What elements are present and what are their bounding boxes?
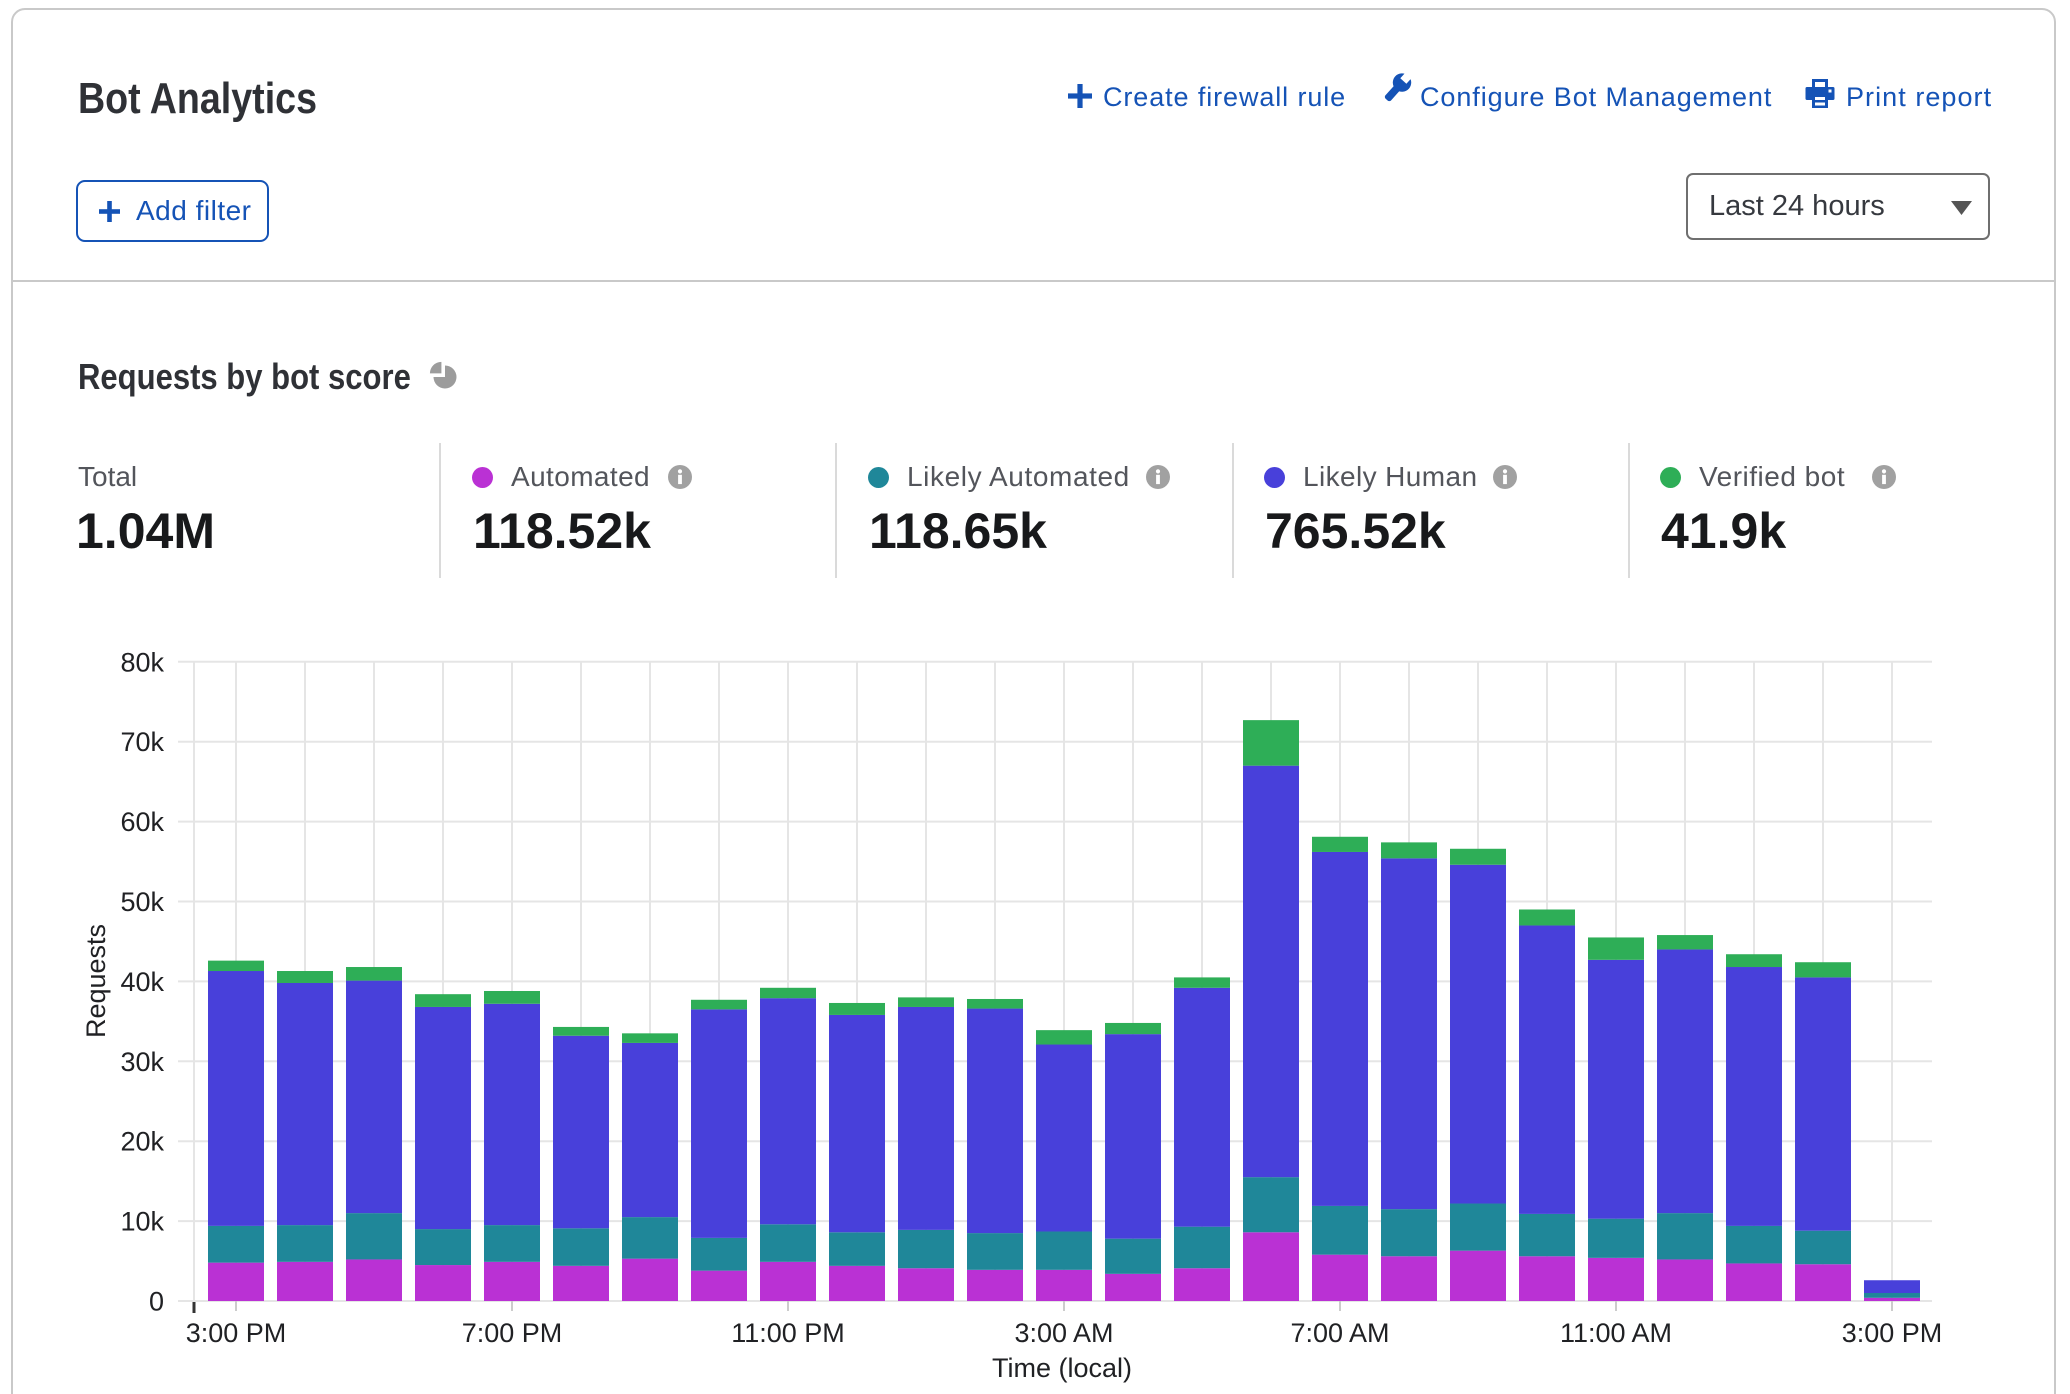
svg-text:3:00 AM: 3:00 AM <box>1014 1318 1113 1348</box>
svg-text:11:00 AM: 11:00 AM <box>1560 1318 1672 1348</box>
svg-text:60k: 60k <box>120 807 164 837</box>
svg-text:Requests: Requests <box>81 924 111 1038</box>
svg-text:11:00 PM: 11:00 PM <box>731 1318 845 1348</box>
svg-text:50k: 50k <box>120 887 164 917</box>
svg-text:3:00 PM: 3:00 PM <box>186 1318 287 1348</box>
svg-text:20k: 20k <box>120 1127 164 1157</box>
svg-text:3:00 PM: 3:00 PM <box>1842 1318 1943 1348</box>
svg-text:7:00 AM: 7:00 AM <box>1290 1318 1389 1348</box>
svg-text:40k: 40k <box>120 967 164 997</box>
svg-text:70k: 70k <box>120 727 164 757</box>
svg-text:Time (local): Time (local) <box>992 1353 1132 1383</box>
svg-text:10k: 10k <box>120 1207 164 1237</box>
svg-text:0: 0 <box>149 1287 164 1317</box>
svg-text:7:00 PM: 7:00 PM <box>462 1318 563 1348</box>
svg-text:80k: 80k <box>120 647 164 677</box>
svg-text:30k: 30k <box>120 1047 164 1077</box>
